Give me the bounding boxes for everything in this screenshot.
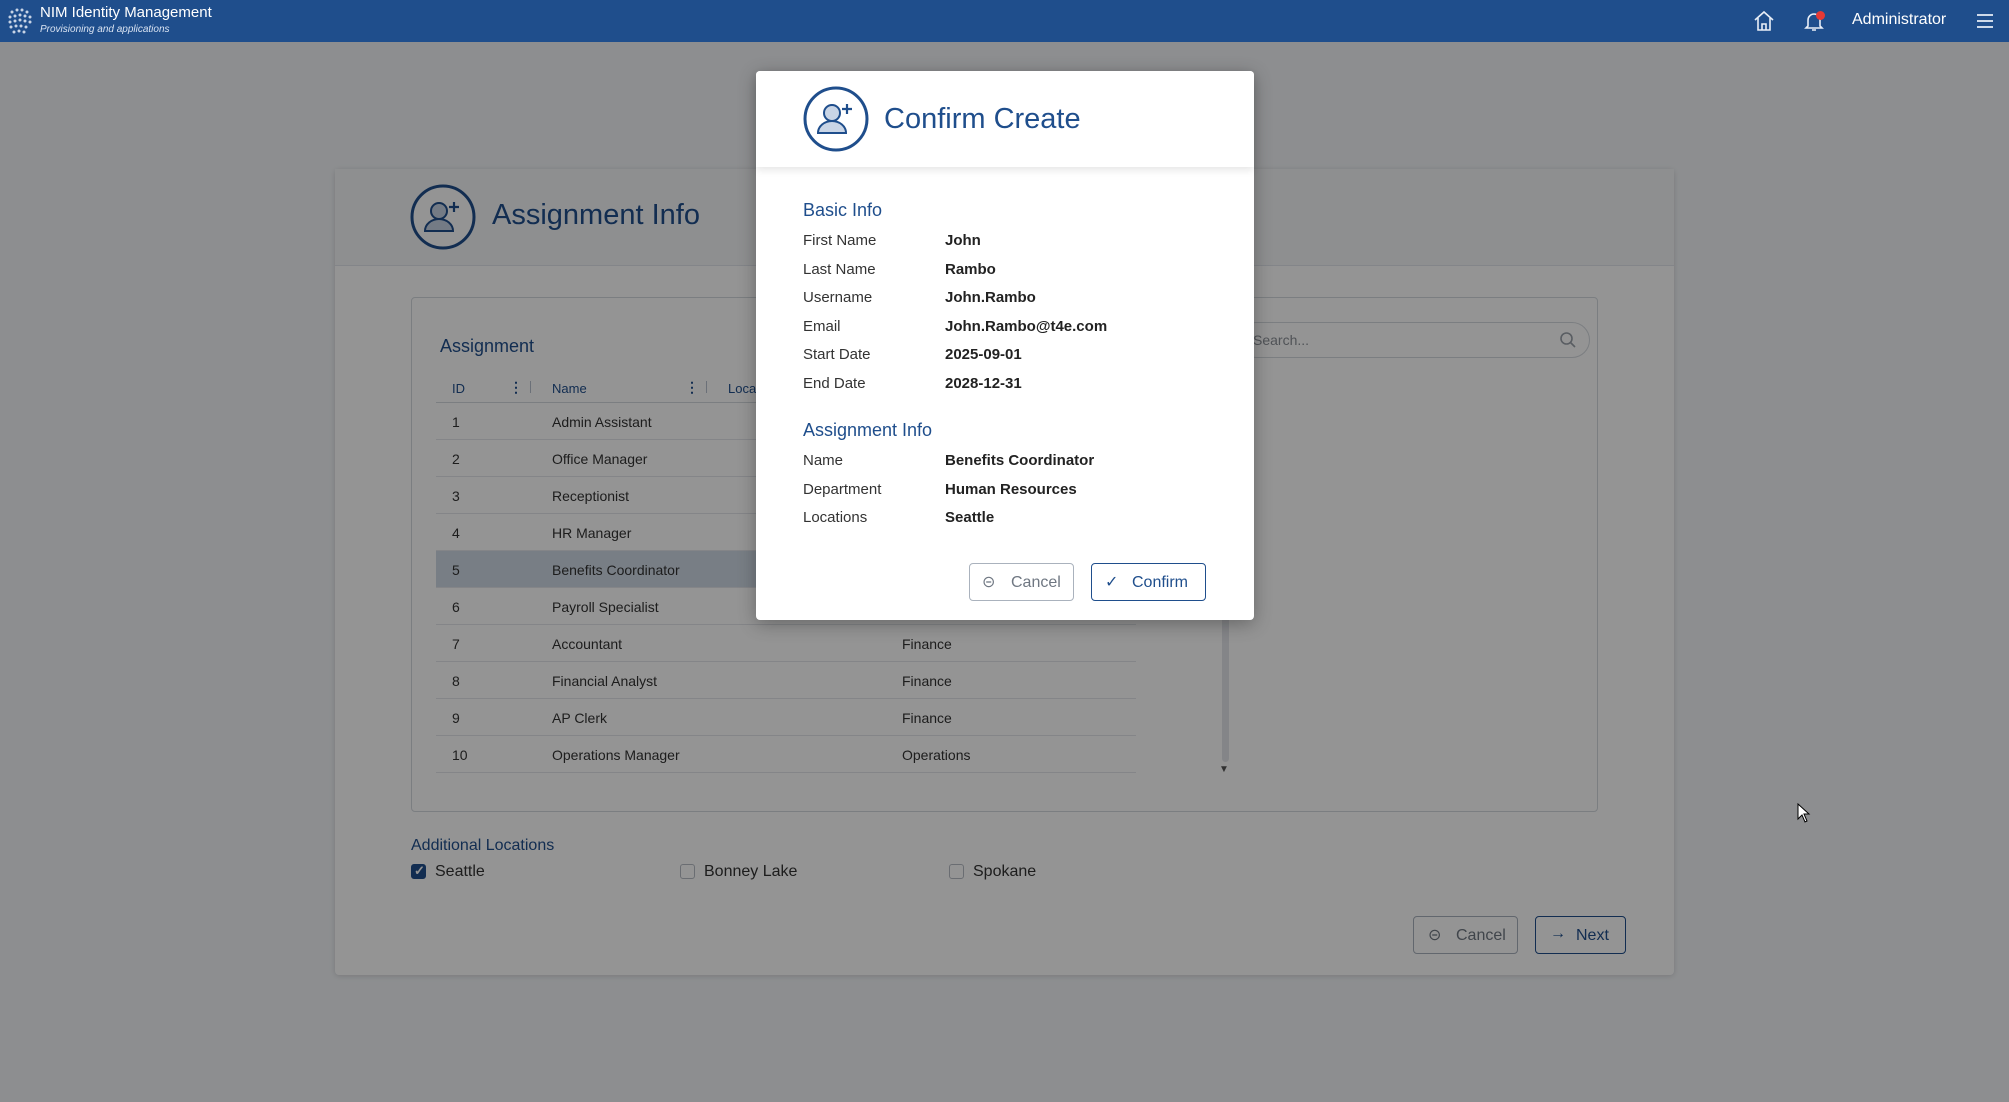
add-user-icon	[803, 86, 869, 152]
confirm-button[interactable]: ✓ Confirm	[1091, 563, 1206, 601]
field-value: John.Rambo	[945, 289, 1036, 306]
field-value: 2028-12-31	[945, 374, 1022, 392]
confirm-create-dialog: Confirm Create Basic Info First Name John…	[756, 71, 1254, 620]
dialog-title: Confirm Create	[884, 103, 1081, 135]
dialog-header: Confirm Create	[756, 71, 1254, 167]
field-value: John.Rambo@t4e.com	[945, 317, 1108, 335]
notification-badge	[1816, 11, 1825, 20]
field-value: Benefits Coordinator	[945, 452, 1095, 469]
field-label: End Date	[803, 374, 866, 392]
dialog-cancel-button[interactable]: ⊝ Cancel	[969, 563, 1074, 601]
minus-circle-icon: ⊝	[982, 574, 996, 591]
field-value: 2025-09-01	[945, 346, 1022, 363]
home-icon[interactable]	[1752, 9, 1776, 33]
field-value: Rambo	[945, 260, 996, 278]
confirm-button-label: Confirm	[1132, 574, 1189, 591]
app-title: NIM Identity Management	[40, 4, 212, 21]
hamburger-menu-icon[interactable]	[1974, 9, 1996, 33]
mouse-cursor-icon	[1797, 803, 1811, 823]
app-logo-icon	[8, 8, 32, 34]
field-label: Start Date	[803, 346, 871, 363]
check-icon: ✓	[1105, 574, 1119, 591]
field-value: Seattle	[945, 509, 995, 526]
top-bar: NIM Identity Management Provisioning and…	[0, 0, 2009, 42]
field-label: Department	[803, 480, 882, 498]
dialog-cancel-label: Cancel	[1011, 574, 1061, 591]
field-label: Email	[803, 317, 841, 335]
assignment-info-title: Assignment Info	[803, 420, 933, 440]
field-label: Locations	[803, 509, 868, 526]
field-value: John	[945, 232, 981, 249]
field-label: Last Name	[803, 260, 876, 278]
basic-info-title: Basic Info	[803, 200, 883, 220]
field-value: Human Resources	[945, 480, 1077, 498]
app-subtitle: Provisioning and applications	[40, 24, 170, 35]
field-label: Username	[803, 289, 873, 306]
modal-backdrop[interactable]: Confirm Create Basic Info First Name John…	[0, 42, 2009, 1102]
user-name[interactable]: Administrator	[1852, 11, 1946, 29]
field-label: Name	[803, 452, 844, 469]
field-label: First Name	[803, 232, 877, 249]
